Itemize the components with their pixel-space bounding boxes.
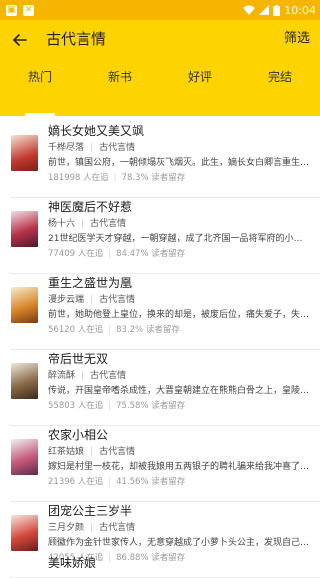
app-notification-icon: ▣ [6, 4, 17, 16]
book-cover [11, 135, 38, 171]
download-notification-icon: ✕ [23, 4, 34, 16]
book-retention: 41.56% 读者留存 [116, 477, 186, 487]
book-stats: 181998 人在追 | 78.3% 读者留存 [48, 173, 186, 183]
book-readers: 56120 人在追 [48, 325, 104, 335]
book-item[interactable]: 嫡长女她又美又飒 千桦尽落 | 古代言情 前世，镇国公府，一朝倾塌灰飞烟灭。此生，嫡… [10, 122, 320, 198]
book-category: 古代言情 [99, 143, 136, 153]
book-stats: 55803 人在追 | 75.58% 读者留存 [48, 401, 186, 411]
battery-icon [273, 4, 281, 16]
book-author: 醉流酥 [48, 371, 76, 381]
book-meta: 红茶姑娘 | 古代言情 [48, 447, 136, 457]
book-stats: 77409 人在追 | 84.47% 读者留存 [48, 249, 186, 259]
book-author: 漫步云端 [48, 295, 85, 305]
book-readers: 21396 人在追 [48, 477, 104, 487]
book-item[interactable]: 重生之盛世为凰 漫步云端 | 古代言情 前世，她助他登上皇位，换来的却是，被废后位，… [10, 274, 320, 350]
book-author: 杨十六 [48, 219, 76, 229]
book-title: 重生之盛世为凰 [48, 276, 133, 290]
book-meta: 杨十六 | 古代言情 [48, 219, 127, 229]
filter-button[interactable]: 筛选 [284, 25, 310, 53]
book-retention: 86.88% 读者留存 [116, 553, 186, 563]
book-meta: 漫步云端 | 古代言情 [48, 295, 136, 305]
book-description: 前世，镇国公府，一朝倾塌灰飞烟灭。此生，嫡长女白卿言重生一世，… [48, 158, 310, 168]
book-stats: 21396 人在追 | 41.56% 读者留存 [48, 477, 186, 487]
book-cover [11, 363, 38, 399]
tab-top-rated[interactable]: 好评 [160, 60, 240, 116]
tab-hot[interactable]: 热门 [0, 60, 80, 116]
book-category: 古代言情 [90, 371, 127, 381]
book-author: 三月夕颜 [48, 523, 85, 533]
arrow-left-icon [13, 34, 27, 46]
book-cover [11, 515, 38, 551]
book-title: 团宠公主三岁半 [48, 504, 133, 518]
book-category: 古代言情 [99, 295, 136, 305]
book-description: 传说，开国皇帝嗜杀成性，大晋皇朝建立在熊熊白骨之上，皇陵龙气被诅… [48, 386, 310, 396]
category-tabs: 热门 新书 好评 完结 [0, 60, 320, 116]
app-header: 古代言情 筛选 热门 新书 好评 完结 [0, 20, 320, 116]
book-meta: 三月夕颜 | 古代言情 [48, 523, 136, 533]
page-title: 古代言情 [46, 30, 107, 48]
notification-icons: ▣ ✕ [6, 4, 34, 16]
book-title: 嫡长女她又美又飒 [48, 124, 145, 138]
book-item[interactable]: 农家小相公 红茶姑娘 | 古代言情 嫁妇是村里一枝花，却被我娘用五两银子的聘礼骗来给… [10, 426, 320, 502]
book-item[interactable]: 帝后世无双 醉流酥 | 古代言情 传说，开国皇帝嗜杀成性，大晋皇朝建立在熊熊白骨之上… [10, 350, 320, 426]
book-retention: 75.58% 读者留存 [116, 401, 186, 411]
book-meta: 醉流酥 | 古代言情 [48, 371, 127, 381]
book-retention: 83.2% 读者留存 [116, 325, 180, 335]
book-item[interactable]: 神医魔后不好惹 杨十六 | 古代言情 21世纪医学天才穿越，一朝穿越，成了北齐国一品… [10, 198, 320, 274]
book-cover [11, 211, 38, 247]
book-category: 古代言情 [99, 447, 136, 457]
book-cover [11, 439, 38, 475]
book-stats: 56120 人在追 | 83.2% 读者留存 [48, 325, 180, 335]
book-category: 古代言情 [99, 523, 136, 533]
book-list: 嫡长女她又美又飒 千桦尽落 | 古代言情 前世，镇国公府，一朝倾塌灰飞烟灭。此生，嫡… [0, 116, 320, 578]
book-description: 嫁妇是村里一枝花，却被我娘用五两银子的聘礼骗来给我冲喜了。… [48, 462, 310, 472]
book-readers: 77409 人在追 [48, 249, 104, 259]
signal-icon [259, 5, 270, 15]
status-time: 10:04 [284, 3, 316, 17]
tab-new[interactable]: 新书 [80, 60, 160, 116]
book-author: 红茶姑娘 [48, 447, 85, 457]
book-retention: 84.47% 读者留存 [116, 249, 186, 259]
book-title: 神医魔后不好惹 [48, 200, 133, 214]
back-button[interactable] [6, 26, 34, 54]
book-title: 帝后世无双 [48, 352, 109, 366]
book-description: 21世纪医学天才穿越，一朝穿越，成了北齐国一品将军府的小姐夜温言。父… [48, 234, 310, 244]
book-author: 千桦尽落 [48, 143, 85, 153]
book-category: 古代言情 [90, 219, 127, 229]
tab-completed[interactable]: 完结 [240, 60, 320, 116]
book-title-partial[interactable]: 美味娇娘 [48, 551, 96, 568]
wifi-icon [243, 5, 256, 15]
book-title: 农家小相公 [48, 428, 109, 442]
system-status: 10:04 [243, 4, 316, 17]
book-retention: 78.3% 读者留存 [121, 173, 186, 183]
book-description: 顾徽作为金针世家传人，无意穿越成了小萝卜头公主，发现自己能看透人… [48, 538, 310, 548]
status-bar: ▣ ✕ 10:04 [0, 0, 320, 20]
book-description: 前世，她助他登上皇位，换来的却是，被废后位，痛失爱子，失去家人，… [48, 310, 310, 320]
book-readers: 55803 人在追 [48, 401, 104, 411]
book-readers: 181998 人在追 [48, 173, 109, 183]
book-cover [11, 287, 38, 323]
book-meta: 千桦尽落 | 古代言情 [48, 143, 136, 153]
